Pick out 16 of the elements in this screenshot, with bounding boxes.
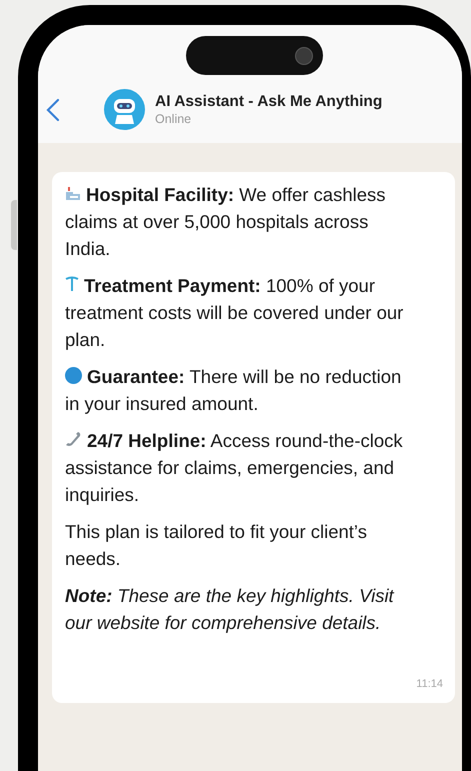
circle-icon bbox=[65, 367, 82, 384]
back-icon[interactable] bbox=[46, 98, 60, 122]
status-text: Online bbox=[155, 112, 192, 127]
chat-title: AI Assistant - Ask Me Anything bbox=[155, 92, 382, 112]
message-paragraph: Guarantee: There will be no reduction in your insured amount. bbox=[65, 365, 402, 416]
message-time: 11:14 bbox=[416, 677, 443, 692]
message-paragraph: This plan is tailored to fit your client’s needs. bbox=[65, 520, 368, 571]
robot-avatar-icon bbox=[104, 89, 145, 130]
phone-icon bbox=[65, 431, 82, 447]
medical-icon bbox=[65, 276, 79, 292]
message-paragraph: Note: These are the key highlights. Visit our website for comprehensive details. bbox=[65, 584, 396, 635]
message-paragraph: 24/7 Helpline: Access round-the-clock assistance for claims, emergencies, and inquiries. bbox=[65, 429, 404, 507]
message-paragraph: Hospital Facility: We offer cashless claims at over 5,000 hospitals across India. bbox=[65, 183, 387, 261]
camera-lens-icon bbox=[295, 46, 313, 64]
message-paragraph: Treatment Payment: 100% of your treatment costs will be covered under our plan. bbox=[65, 274, 404, 352]
hospital-icon bbox=[65, 186, 81, 201]
